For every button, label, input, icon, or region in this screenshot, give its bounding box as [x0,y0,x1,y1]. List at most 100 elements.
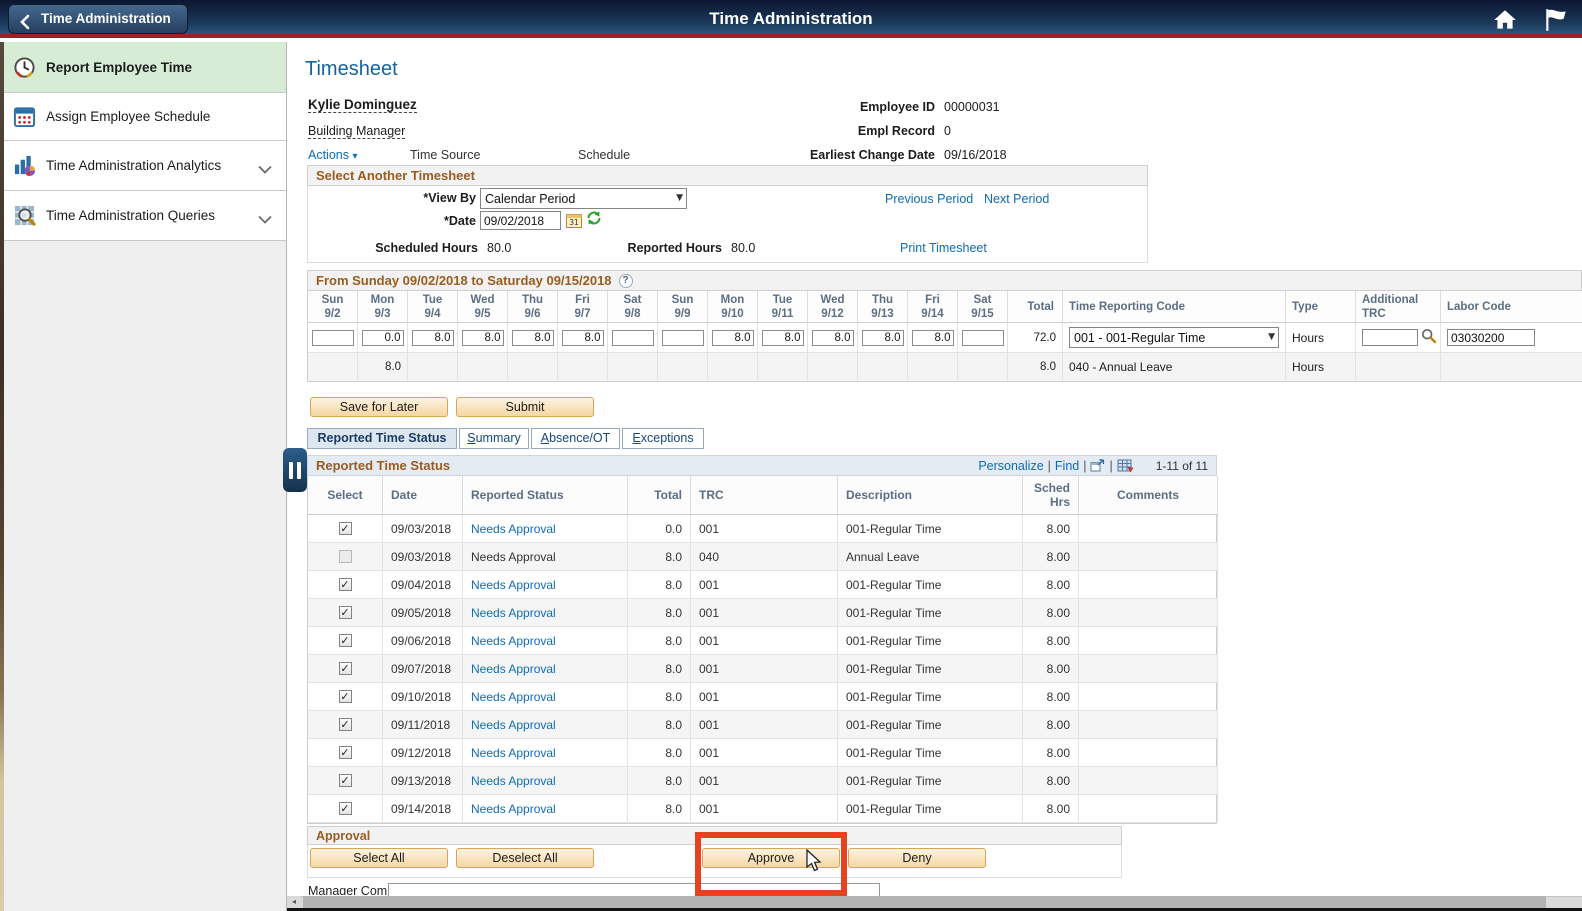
hours-input[interactable]: 8.0 [912,330,954,346]
hours-input[interactable]: 8.0 [762,330,804,346]
sidebar-item-time-administration-analytics[interactable]: Time Administration Analytics [4,141,286,191]
day-column-header: Fri9/14 [908,291,958,323]
hours-input[interactable] [962,330,1004,346]
needs-approval-link[interactable]: Needs Approval [471,802,556,816]
trc-select[interactable]: 001 - 001-Regular Time▼ [1069,327,1279,348]
separator: | [1048,459,1051,473]
day-date: 9/13 [871,307,893,321]
back-button[interactable]: Time Administration [8,4,188,34]
save-for-later-button[interactable]: Save for Later [310,397,448,417]
day-column-header: Wed9/5 [458,291,508,323]
sidebar-item-assign-employee-schedule[interactable]: Assign Employee Schedule [4,93,286,141]
home-icon[interactable] [1492,7,1518,32]
submit-button[interactable]: Submit [456,397,594,417]
needs-approval-link[interactable]: Needs Approval [471,690,556,704]
needs-approval-link[interactable]: Needs Approval [471,718,556,732]
date-cell: 09/11/2018 [383,711,463,739]
select-checkbox[interactable]: ✓ [339,606,352,619]
date-input[interactable]: 09/02/2018 [480,211,561,230]
scrollbar-left-arrow[interactable]: ◂ [287,896,301,908]
actions-link[interactable]: Actions [308,148,349,162]
hours-input[interactable]: 8.0 [412,330,454,346]
tab-absence-ot[interactable]: Absence/OT [531,428,620,449]
day-hours-cell [508,353,558,381]
description-cell: 001-Regular Time [838,571,1023,599]
zoom-window-icon[interactable] [1090,459,1105,472]
hours-input[interactable] [662,330,704,346]
view-by-label: *View By [330,191,476,205]
needs-approval-link[interactable]: Needs Approval [471,606,556,620]
deselect-all-button[interactable]: Deselect All [456,848,594,868]
date-cell: 09/07/2018 [383,655,463,683]
hours-input[interactable]: 8.0 [812,330,854,346]
hours-input[interactable]: 8.0 [712,330,754,346]
needs-approval-link[interactable]: Needs Approval [471,634,556,648]
hours-input[interactable] [312,330,354,346]
horizontal-scrollbar-thumb[interactable] [303,896,1546,908]
trc-select-value: 001 - 001-Regular Time [1074,331,1205,345]
employee-job-title-link[interactable]: Building Manager [308,124,405,139]
needs-approval-link[interactable]: Needs Approval [471,662,556,676]
previous-period-link[interactable]: Previous Period [885,192,973,206]
select-checkbox[interactable]: ✓ [339,522,352,535]
calendar-picker-icon[interactable]: 31 [566,212,582,231]
select-cell: ✓ [308,711,383,739]
sidebar-item-report-employee-time[interactable]: Report Employee Time [4,42,286,93]
needs-approval-link[interactable]: Needs Approval [471,578,556,592]
labor-code-input[interactable]: 03030200 [1447,329,1535,346]
sidebar-item-time-administration-queries[interactable]: Time Administration Queries [4,191,286,241]
select-checkbox[interactable]: ✓ [339,578,352,591]
help-icon[interactable]: ? [619,274,633,288]
additional-trc-cell [1356,353,1441,381]
day-date: 9/12 [821,307,843,321]
select-checkbox[interactable]: ✓ [339,746,352,759]
employee-name-link[interactable]: Kylie Dominguez [308,97,417,113]
lookup-magnifier-icon[interactable] [1421,328,1437,347]
day-hours-cell [608,323,658,353]
needs-approval-link[interactable]: Needs Approval [471,746,556,760]
type-cell: Hours [1286,353,1356,381]
tab-exceptions[interactable]: Exceptions [622,428,704,449]
day-of-week: Mon [371,293,395,307]
personalize-link[interactable]: Personalize [978,459,1043,473]
scheduled-hours-value: 80.0 [487,241,511,255]
hours-input[interactable] [612,330,654,346]
needs-approval-link[interactable]: Needs Approval [471,774,556,788]
hours-input[interactable]: 8.0 [862,330,904,346]
flag-icon[interactable] [1543,7,1569,32]
refresh-icon[interactable] [586,210,602,229]
chevron-down-icon [258,212,272,227]
actions-menu[interactable]: Actions ▾ [308,148,358,162]
hours-input[interactable]: 8.0 [462,330,504,346]
day-hours-cell: 8.0 [358,353,408,381]
select-checkbox[interactable]: ✓ [339,662,352,675]
sched-hrs-cell: 8.00 [1023,627,1079,655]
select-checkbox[interactable]: ✓ [339,774,352,787]
tab-summary[interactable]: Summary [459,428,529,449]
select-another-timesheet-title: Select Another Timesheet [316,168,475,183]
tab-reported-time-status[interactable]: Reported Time Status [307,428,457,449]
reported-status-cell: Needs Approval [463,683,628,711]
additional-trc-input[interactable] [1362,329,1418,346]
select-all-button[interactable]: Select All [310,848,448,868]
deny-button[interactable]: Deny [848,848,986,868]
download-grid-icon[interactable] [1117,459,1134,473]
reported-hours-label: Reported Hours [560,241,722,255]
select-checkbox[interactable]: ✓ [339,718,352,731]
view-by-value: Calendar Period [485,192,575,206]
next-period-link[interactable]: Next Period [984,192,1049,206]
hours-input[interactable]: 0.0 [362,330,404,346]
view-by-select[interactable]: Calendar Period ▼ [480,188,687,209]
row-total-cell: 8.0 [1008,353,1063,381]
sidebar-item-label: Time Administration Analytics [46,158,221,173]
find-link[interactable]: Find [1055,459,1079,473]
hours-input[interactable]: 8.0 [562,330,604,346]
day-hours-cell: 8.0 [708,323,758,353]
pause-handle[interactable] [283,448,307,492]
needs-approval-link[interactable]: Needs Approval [471,522,556,536]
select-checkbox[interactable]: ✓ [339,690,352,703]
select-checkbox[interactable]: ✓ [339,634,352,647]
print-timesheet-link[interactable]: Print Timesheet [900,241,987,255]
hours-input[interactable]: 8.0 [512,330,554,346]
select-checkbox[interactable]: ✓ [339,802,352,815]
